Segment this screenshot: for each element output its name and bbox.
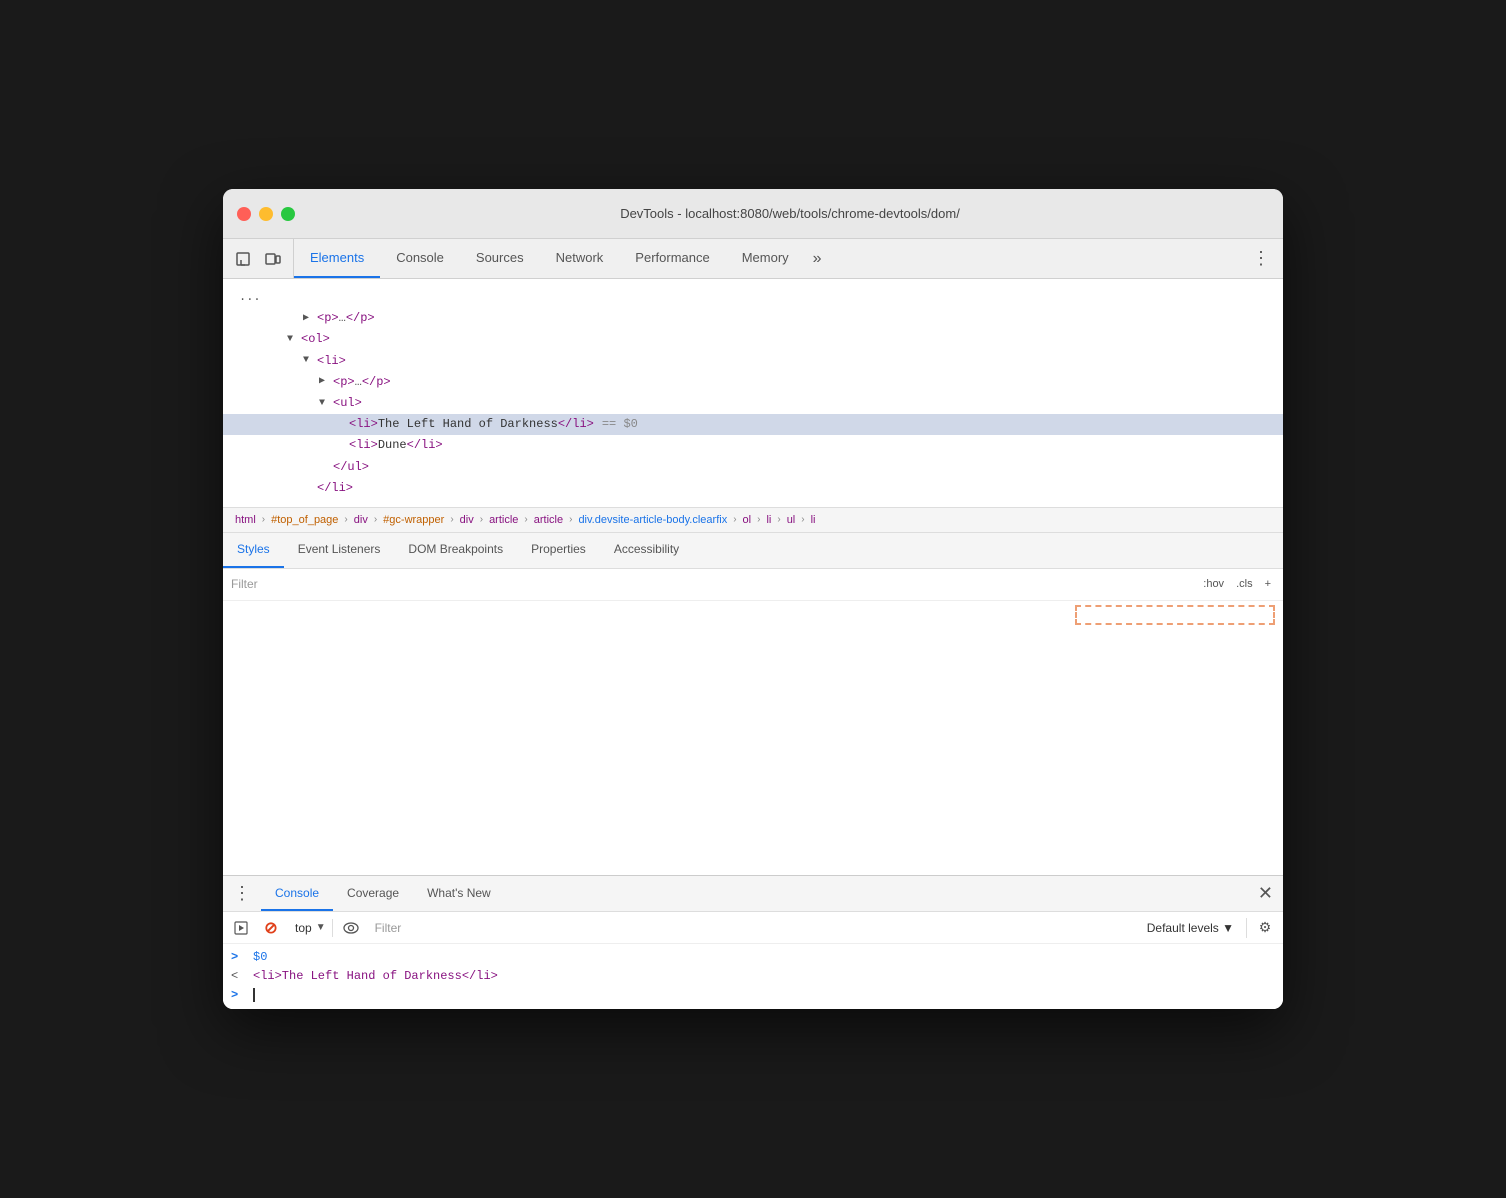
inspect-icon[interactable]: [231, 247, 255, 271]
dom-line[interactable]: ▼<ul>: [223, 393, 1283, 414]
styles-tab-bar: Styles Event Listeners DOM Breakpoints P…: [223, 533, 1283, 569]
tab-memory[interactable]: Memory: [726, 239, 805, 278]
styles-filter-bar: :hov .cls +: [223, 569, 1283, 601]
close-button[interactable]: [237, 207, 251, 221]
console-output-text: <li>The Left Hand of Darkness</li>: [253, 969, 1275, 983]
maximize-button[interactable]: [281, 207, 295, 221]
breadcrumb-item-li2[interactable]: li: [807, 512, 820, 528]
elements-panel: ... ▶<p>…</p> ▼<ol> ▼<li> ▶<p>…</p> ▼<ul…: [223, 279, 1283, 1009]
title-bar: DevTools - localhost:8080/web/tools/chro…: [223, 189, 1283, 239]
eye-icon[interactable]: [339, 916, 363, 940]
more-tabs-button[interactable]: »: [805, 239, 830, 278]
breadcrumb-item-div2[interactable]: div: [456, 512, 478, 528]
minimize-button[interactable]: [259, 207, 273, 221]
tab-sources[interactable]: Sources: [460, 239, 540, 278]
console-cursor-line[interactable]: >: [223, 986, 1283, 1005]
block-icon[interactable]: ⊘: [259, 916, 283, 940]
tab-network[interactable]: Network: [540, 239, 620, 278]
hov-button[interactable]: :hov: [1199, 576, 1228, 592]
traffic-lights: [237, 207, 295, 221]
add-class-button[interactable]: +: [1261, 576, 1275, 592]
tab-console[interactable]: Console: [380, 239, 460, 278]
dashed-outline: [1075, 605, 1275, 625]
collapse-icon[interactable]: ▼: [319, 396, 333, 412]
main-tabs: Elements Console Sources Network Perform…: [294, 239, 830, 278]
collapse-icon[interactable]: ▼: [287, 332, 301, 348]
drawer-tab-whatsnew[interactable]: What's New: [413, 876, 505, 911]
drawer-tab-bar: ⋮ Console Coverage What's New ✕: [223, 876, 1283, 912]
styles-content: [223, 601, 1283, 875]
cls-button[interactable]: .cls: [1232, 576, 1257, 592]
breadcrumb-item-ol[interactable]: ol: [739, 512, 756, 528]
breadcrumb-item-html[interactable]: html: [231, 512, 260, 528]
divider: [1246, 918, 1247, 938]
device-icon[interactable]: [261, 247, 285, 271]
console-settings-icon[interactable]: ⚙: [1253, 916, 1277, 940]
console-output-line: < <li>The Left Hand of Darkness</li>: [223, 967, 1283, 986]
drawer-tab-console[interactable]: Console: [261, 876, 333, 911]
dom-line[interactable]: </ul>: [223, 457, 1283, 478]
active-prompt: >: [231, 988, 247, 1002]
window-title: DevTools - localhost:8080/web/tools/chro…: [311, 206, 1269, 221]
context-dropdown-icon: ▼: [316, 922, 326, 933]
breadcrumb-item-gc[interactable]: #gc-wrapper: [379, 512, 448, 528]
level-label: Default levels ▼: [1147, 921, 1234, 935]
styles-filter-input[interactable]: [231, 577, 1191, 591]
breadcrumb-item-article2[interactable]: article: [530, 512, 567, 528]
drawer-close-button[interactable]: ✕: [1248, 883, 1283, 904]
expand-icon[interactable]: ▶: [303, 311, 317, 327]
tab-properties[interactable]: Properties: [517, 533, 600, 568]
dom-line[interactable]: ▶<p>…</p>: [223, 308, 1283, 329]
drawer-menu-icon[interactable]: ⋮: [223, 876, 261, 911]
expand-icon[interactable]: ▶: [319, 374, 333, 390]
run-script-icon[interactable]: [229, 916, 253, 940]
console-input-text: $0: [253, 950, 1275, 964]
breadcrumb-item-li1[interactable]: li: [762, 512, 775, 528]
tab-dom-breakpoints[interactable]: DOM Breakpoints: [394, 533, 517, 568]
breadcrumb: html › #top_of_page › div › #gc-wrapper …: [223, 507, 1283, 533]
tab-accessibility[interactable]: Accessibility: [600, 533, 693, 568]
breadcrumb-item-ul[interactable]: ul: [783, 512, 800, 528]
dom-line-selected[interactable]: <li>The Left Hand of Darkness</li> == $0: [223, 414, 1283, 435]
console-filter-input[interactable]: [369, 919, 1135, 937]
tab-elements[interactable]: Elements: [294, 239, 380, 278]
breadcrumb-item-div-class[interactable]: div.devsite-article-body.clearfix: [574, 512, 731, 528]
tab-icons: [223, 239, 294, 278]
console-drawer: ⋮ Console Coverage What's New ✕ ⊘ top: [223, 875, 1283, 1009]
dom-line[interactable]: <li>Dune</li>: [223, 435, 1283, 456]
console-output: > $0 < <li>The Left Hand of Darkness</li…: [223, 944, 1283, 1009]
context-label: top: [295, 921, 312, 935]
breadcrumb-item-top[interactable]: #top_of_page: [267, 512, 342, 528]
tab-performance[interactable]: Performance: [619, 239, 725, 278]
devtools-menu-button[interactable]: ⋮: [1240, 239, 1283, 278]
console-toolbar: ⊘ top ▼ Default levels ▼ ⚙: [223, 912, 1283, 944]
filter-buttons: :hov .cls +: [1199, 576, 1275, 592]
dom-tree: ... ▶<p>…</p> ▼<ol> ▼<li> ▶<p>…</p> ▼<ul…: [223, 279, 1283, 507]
dom-ellipsis: ...: [223, 287, 1283, 308]
collapse-icon[interactable]: ▼: [303, 353, 317, 369]
tab-event-listeners[interactable]: Event Listeners: [284, 533, 395, 568]
devtools-window: DevTools - localhost:8080/web/tools/chro…: [223, 189, 1283, 1009]
devtools-tab-bar: Elements Console Sources Network Perform…: [223, 239, 1283, 279]
console-prompt: >: [231, 950, 247, 964]
cursor: [253, 988, 255, 1002]
context-selector[interactable]: top ▼: [289, 919, 333, 937]
drawer-tab-coverage[interactable]: Coverage: [333, 876, 413, 911]
level-selector[interactable]: Default levels ▼: [1141, 919, 1240, 937]
dom-line[interactable]: ▶<p>…</p>: [223, 372, 1283, 393]
breadcrumb-item-article1[interactable]: article: [485, 512, 522, 528]
dom-line[interactable]: </li>: [223, 478, 1283, 499]
dom-line[interactable]: ▼<ol>: [223, 329, 1283, 350]
tab-styles[interactable]: Styles: [223, 533, 284, 568]
console-input-line: > $0: [223, 948, 1283, 967]
dom-line[interactable]: ▼<li>: [223, 351, 1283, 372]
console-result-arrow: <: [231, 969, 247, 983]
breadcrumb-item-div1[interactable]: div: [350, 512, 372, 528]
